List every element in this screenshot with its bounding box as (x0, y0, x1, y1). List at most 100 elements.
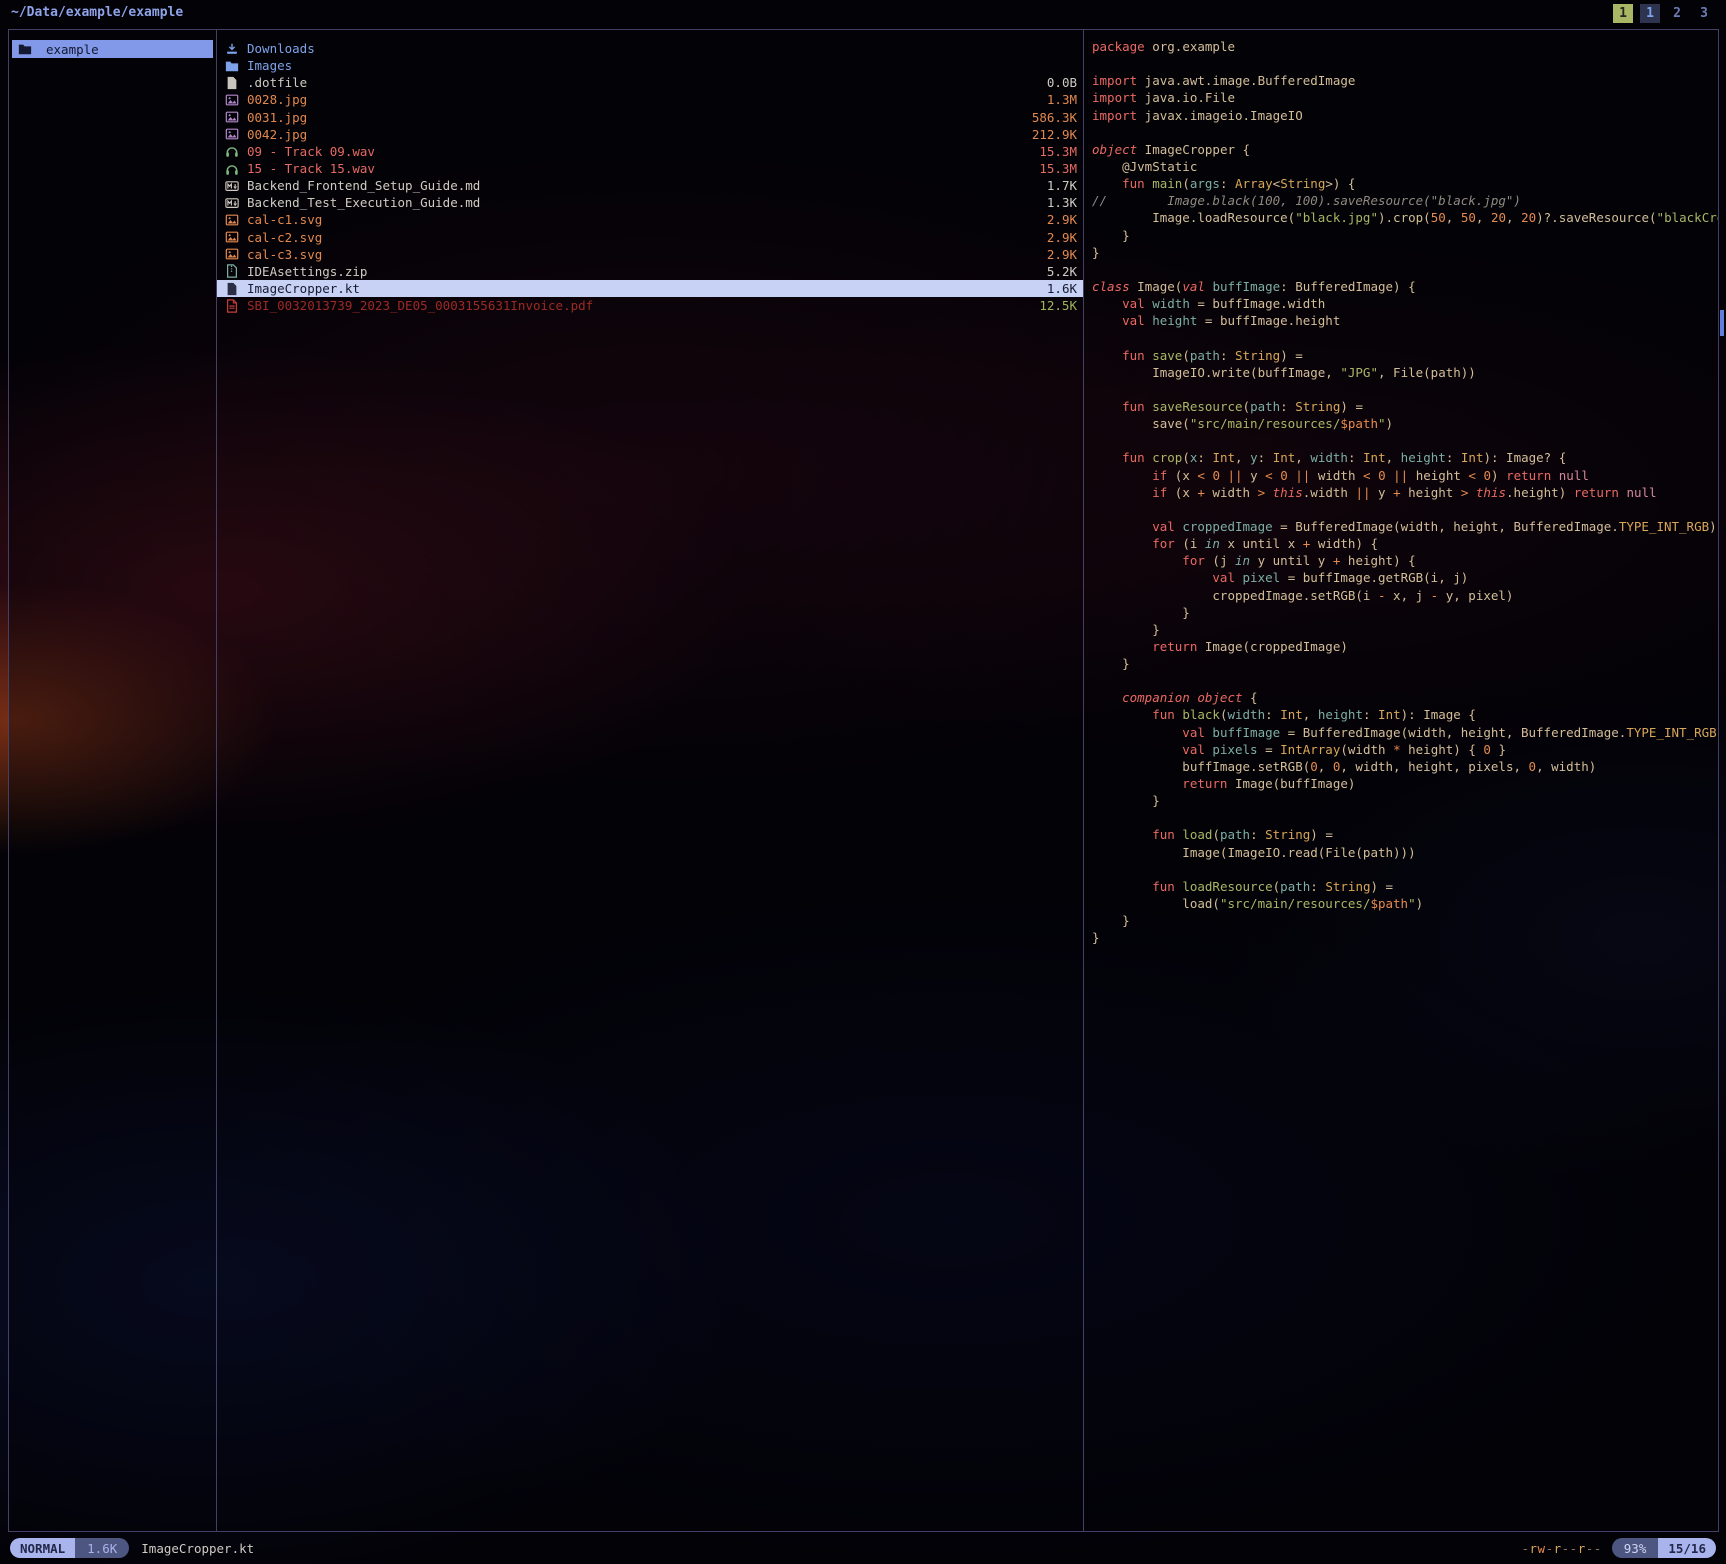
code-line (1092, 329, 1718, 346)
file-row-imagecropper-kt[interactable]: ImageCropper.kt1.6K (217, 280, 1083, 297)
status-bar: NORMAL 1.6K ImageCropper.kt -rw-r--r-- 9… (10, 1538, 1716, 1558)
image-icon (225, 127, 240, 141)
file-size-indicator: 1.6K (75, 1538, 129, 1558)
file-name: Downloads (247, 41, 1077, 56)
image-icon (225, 110, 240, 124)
current-path: ~/Data/example/example (11, 5, 183, 20)
code-line: } (1092, 227, 1718, 244)
file-row-backend-frontend-setup-guide-md[interactable]: Backend_Frontend_Setup_Guide.md1.7K (217, 177, 1083, 194)
code-line (1092, 672, 1718, 689)
file-row-0028-jpg[interactable]: 0028.jpg1.3M (217, 91, 1083, 108)
zip-icon (225, 264, 240, 278)
code-line: } (1092, 621, 1718, 638)
file-size: 1.3M (1047, 92, 1077, 107)
parent-dir-item-example[interactable]: example (12, 40, 213, 58)
file-name: Backend_Frontend_Setup_Guide.md (247, 178, 1047, 193)
file-row-backend-test-execution-guide-md[interactable]: Backend_Test_Execution_Guide.md1.3K (217, 194, 1083, 211)
file-size: 2.9K (1047, 230, 1077, 245)
file-name: cal-c1.svg (247, 212, 1047, 227)
code-line: object ImageCropper { (1092, 141, 1718, 158)
tab-4[interactable]: 3 (1694, 4, 1714, 23)
status-right: -rw-r--r-- 93% 15/16 (1521, 1538, 1716, 1558)
file-row-cal-c1-svg[interactable]: cal-c1.svg2.9K (217, 211, 1083, 228)
tab-1[interactable]: 1 (1613, 4, 1633, 23)
code-line: import java.io.File (1092, 89, 1718, 106)
code-line: fun crop(x: Int, y: Int, width: Int, hei… (1092, 449, 1718, 466)
file-row-cal-c2-svg[interactable]: cal-c2.svg2.9K (217, 229, 1083, 246)
parent-directory-pane: example (9, 30, 216, 1531)
file-row-ideasettings-zip[interactable]: IDEAsettings.zip5.2K (217, 263, 1083, 280)
file-list-pane: DownloadsImages.dotfile0.0B0028.jpg1.3M0… (217, 30, 1083, 1531)
file-row-15-track-15-wav[interactable]: 15 - Track 15.wav15.3M (217, 160, 1083, 177)
file-name: Backend_Test_Execution_Guide.md (247, 195, 1047, 210)
file-name: SBI_0032013739_2023_DE05_0003155631Invoi… (247, 298, 1039, 313)
code-line: fun saveResource(path: String) = (1092, 398, 1718, 415)
code-line: } (1092, 912, 1718, 929)
file-preview-pane: package org.example import java.awt.imag… (1084, 30, 1718, 1531)
file-size: 5.2K (1047, 264, 1077, 279)
file-row-0042-jpg[interactable]: 0042.jpg212.9K (217, 126, 1083, 143)
code-line (1092, 501, 1718, 518)
preview-scrollbar-thumb[interactable] (1720, 310, 1724, 336)
code-line: fun save(path: String) = (1092, 347, 1718, 364)
file-row-sbi-0032013739-2023-de05-0003155631invoice-pdf[interactable]: SBI_0032013739_2023_DE05_0003155631Invoi… (217, 297, 1083, 314)
audio-icon (225, 162, 240, 176)
code-line: val pixels = IntArray(width * height) { … (1092, 741, 1718, 758)
mode-pill: NORMAL 1.6K (10, 1538, 129, 1558)
code-line: save("src/main/resources/$path") (1092, 415, 1718, 432)
pdf-icon (225, 299, 240, 313)
file-row-dotfile[interactable]: .dotfile0.0B (217, 74, 1083, 91)
tab-2[interactable]: 1 (1640, 4, 1660, 23)
code-line (1092, 432, 1718, 449)
file-row-images[interactable]: Images (217, 57, 1083, 74)
code-line: } (1092, 792, 1718, 809)
file-row-cal-c3-svg[interactable]: cal-c3.svg2.9K (217, 246, 1083, 263)
file-name: cal-c2.svg (247, 230, 1047, 245)
code-line: if (x + width > this.width || y + height… (1092, 484, 1718, 501)
file-size: 1.3K (1047, 195, 1077, 210)
image-icon (225, 93, 240, 107)
code-line: croppedImage.setRGB(i - x, j - y, pixel) (1092, 587, 1718, 604)
folder-icon (225, 59, 240, 73)
cursor-position: 15/16 (1658, 1538, 1716, 1558)
tab-3[interactable]: 2 (1667, 4, 1687, 23)
code-line: val buffImage = BufferedImage(width, hei… (1092, 724, 1718, 741)
code-line: val pixel = buffImage.getRGB(i, j) (1092, 569, 1718, 586)
code-line (1092, 809, 1718, 826)
file-size: 1.7K (1047, 178, 1077, 193)
file-size: 15.3M (1039, 144, 1077, 159)
file-row-0031-jpg[interactable]: 0031.jpg586.3K (217, 109, 1083, 126)
code-line: class Image(val buffImage: BufferedImage… (1092, 278, 1718, 295)
file-name: ImageCropper.kt (247, 281, 1047, 296)
status-filename: ImageCropper.kt (141, 1541, 254, 1556)
file-name: cal-c3.svg (247, 247, 1047, 262)
code-line: fun loadResource(path: String) = (1092, 878, 1718, 895)
code-line (1092, 261, 1718, 278)
code-line (1092, 861, 1718, 878)
file-name: 09 - Track 09.wav (247, 144, 1039, 159)
audio-icon (225, 144, 240, 158)
code-line: fun black(width: Int, height: Int): Imag… (1092, 706, 1718, 723)
code-line: return Image(croppedImage) (1092, 638, 1718, 655)
markdown-icon (225, 196, 240, 210)
file-name: IDEAsettings.zip (247, 264, 1047, 279)
mode-indicator: NORMAL (10, 1538, 75, 1558)
file-size: 1.6K (1047, 281, 1077, 296)
code-line: } (1092, 604, 1718, 621)
file-size: 2.9K (1047, 212, 1077, 227)
code-line: } (1092, 244, 1718, 261)
code-line: // Image.black(100, 100).saveResource("b… (1092, 192, 1718, 209)
position-pill: 93% 15/16 (1612, 1538, 1716, 1558)
code-line: val croppedImage = BufferedImage(width, … (1092, 518, 1718, 535)
file-manager-panes: example DownloadsImages.dotfile0.0B0028.… (8, 29, 1719, 1532)
file-size: 12.5K (1039, 298, 1077, 313)
file-permissions: -rw-r--r-- (1521, 1541, 1601, 1556)
code-line (1092, 381, 1718, 398)
file-name: 0042.jpg (247, 127, 1032, 142)
file-name: 0031.jpg (247, 110, 1032, 125)
file-row-downloads[interactable]: Downloads (217, 40, 1083, 57)
file-size: 0.0B (1047, 75, 1077, 90)
file-name: 15 - Track 15.wav (247, 161, 1039, 176)
tab-bar: 1123 (1613, 4, 1714, 23)
file-row-09-track-09-wav[interactable]: 09 - Track 09.wav15.3M (217, 143, 1083, 160)
